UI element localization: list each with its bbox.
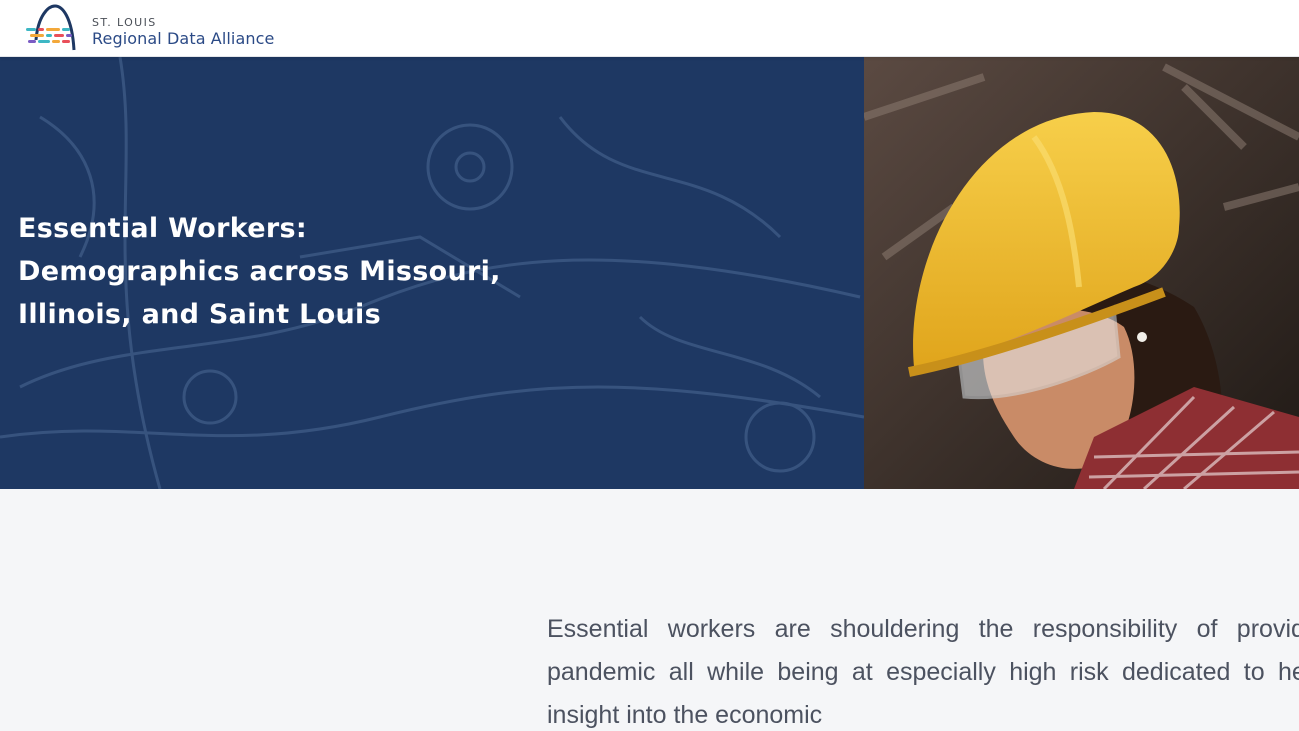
logo-big-text: Regional Data Alliance bbox=[92, 29, 275, 48]
logo-small-text: ST. LOUIS bbox=[92, 16, 157, 29]
site-header: ST. LOUIS Regional Data Alliance bbox=[0, 0, 1299, 57]
arch-logo-icon bbox=[26, 4, 76, 51]
logo-text: ST. LOUIS Regional Data Alliance bbox=[92, 17, 274, 49]
worker-photo-icon bbox=[864, 57, 1299, 489]
intro-section: Essential workers are shouldering the re… bbox=[547, 608, 1299, 731]
hero-text-panel: Essential Workers: Demographics across M… bbox=[0, 57, 864, 489]
title-line: Essential Workers: bbox=[18, 213, 307, 244]
hero-banner: Essential Workers: Demographics across M… bbox=[0, 57, 1299, 489]
page-title: Essential Workers: Demographics across M… bbox=[18, 207, 578, 336]
title-line: Demographics across Missouri, bbox=[18, 256, 501, 287]
title-line: Illinois, and Saint Louis bbox=[18, 299, 381, 330]
intro-paragraph: Essential workers are shouldering the re… bbox=[547, 615, 1299, 729]
hero-photo bbox=[864, 57, 1299, 489]
site-logo[interactable]: ST. LOUIS Regional Data Alliance bbox=[24, 4, 274, 52]
